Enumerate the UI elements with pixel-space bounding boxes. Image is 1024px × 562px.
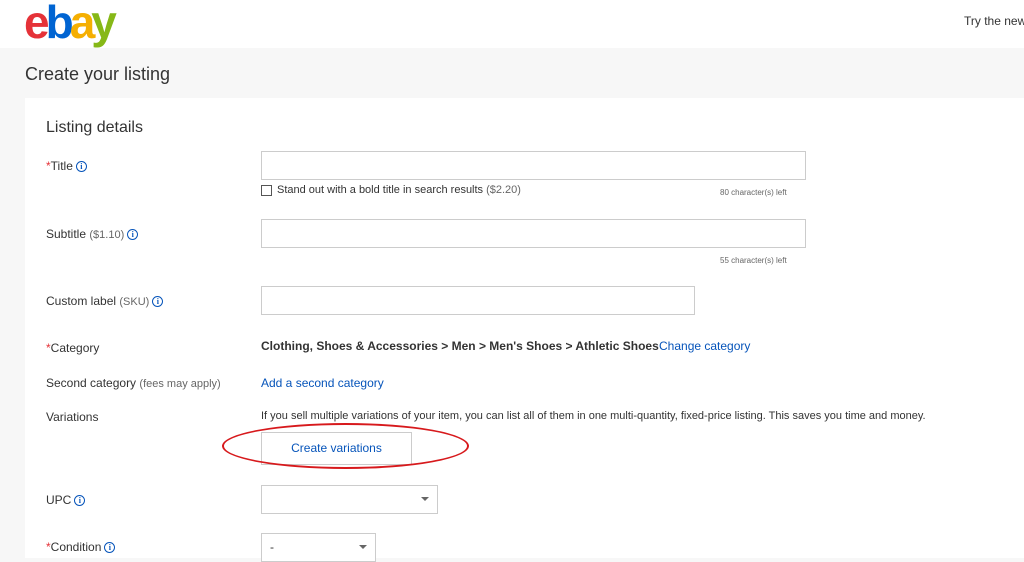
category-label: *Category [46, 341, 100, 355]
chevron-down-icon [421, 497, 429, 501]
subtitle-char-counter: 55 character(s) left [720, 256, 787, 265]
info-icon[interactable]: i [127, 229, 139, 241]
title-input[interactable] [261, 151, 806, 180]
custom-label-label: Custom label (SKU) i [46, 294, 164, 308]
bold-title-option: Stand out with a bold title in search re… [261, 184, 521, 196]
condition-select[interactable]: - [261, 533, 376, 562]
title-label: *Title i [46, 159, 87, 173]
upc-select[interactable] [261, 485, 438, 514]
top-bar: ebay Try the new [0, 0, 1024, 48]
title-char-counter: 80 character(s) left [720, 188, 787, 197]
info-icon[interactable]: i [74, 495, 86, 507]
subtitle-label: Subtitle ($1.10) i [46, 227, 139, 241]
info-icon[interactable]: i [104, 542, 116, 554]
add-second-category-link[interactable]: Add a second category [261, 376, 384, 390]
create-variations-button[interactable]: Create variations [261, 432, 412, 465]
info-icon[interactable]: i [152, 296, 164, 308]
section-title: Listing details [46, 119, 143, 136]
page-title: Create your listing [25, 64, 171, 84]
custom-label-input[interactable] [261, 286, 695, 315]
subtitle-input[interactable] [261, 219, 806, 248]
condition-label: *Condition i [46, 540, 116, 554]
chevron-down-icon [359, 545, 367, 549]
category-path: Clothing, Shoes & Accessories > Men > Me… [261, 339, 659, 353]
change-category-link[interactable]: Change category [659, 339, 750, 353]
bold-title-fee: ($2.20) [486, 184, 521, 196]
upc-label: UPC i [46, 493, 86, 507]
variations-label: Variations [46, 410, 99, 424]
info-icon[interactable]: i [75, 161, 87, 173]
bold-title-checkbox[interactable] [261, 184, 272, 196]
ebay-logo[interactable]: ebay [24, 0, 117, 46]
try-new-link[interactable]: Try the new [964, 14, 1024, 28]
second-category-label: Second category (fees may apply) [46, 376, 221, 390]
bold-title-label: Stand out with a bold title in search re… [277, 184, 484, 196]
variations-description: If you sell multiple variations of your … [261, 410, 926, 422]
condition-selected-value: - [270, 540, 274, 554]
